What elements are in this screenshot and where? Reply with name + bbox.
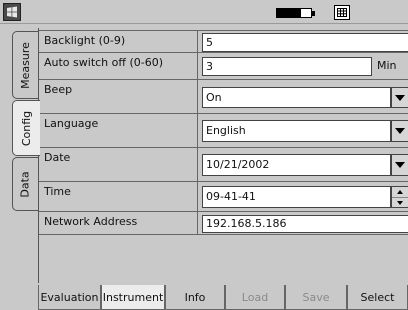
tab-config-label: Config: [20, 110, 34, 146]
row-auto-switch-off: Auto switch off (0-60) 3 Min: [39, 52, 408, 79]
spin-down-icon[interactable]: [392, 197, 408, 207]
spin-up-icon[interactable]: [392, 187, 408, 197]
tab-save-label: Save: [302, 290, 330, 304]
time-spinner[interactable]: [391, 186, 408, 208]
tab-measure-label: Measure: [19, 41, 32, 89]
time-input[interactable]: 09-41-41: [202, 186, 391, 208]
row-language: Language English: [39, 113, 408, 147]
row-date: Date 10/21/2002: [39, 147, 408, 181]
tab-info[interactable]: Info: [165, 285, 225, 310]
row-network-address: Network Address 192.168.5.186: [39, 211, 408, 235]
chevron-down-icon: [395, 94, 405, 101]
tab-instrument[interactable]: Instrument: [101, 285, 165, 310]
tab-config[interactable]: Config: [12, 100, 40, 156]
time-label: Time: [44, 185, 71, 198]
auto-switch-off-input[interactable]: 3: [202, 57, 372, 76]
tab-evaluation-label: Evaluation: [40, 290, 99, 304]
battery-indicator: [276, 8, 315, 18]
date-label: Date: [44, 151, 71, 164]
network-address-label: Network Address: [44, 215, 138, 228]
beep-select[interactable]: On: [202, 87, 391, 108]
network-address-input[interactable]: 192.168.5.186: [202, 215, 408, 233]
tab-data-label: Data: [19, 170, 33, 198]
beep-dropdown-button[interactable]: [391, 87, 408, 108]
beep-label: Beep: [44, 83, 73, 96]
chevron-down-icon: [395, 128, 405, 134]
row-beep: Beep On: [39, 79, 408, 113]
auto-switch-off-unit: Min: [377, 59, 397, 72]
chevron-down-icon: [395, 162, 405, 168]
battery-level-fill: [277, 9, 302, 17]
language-dropdown-button[interactable]: [391, 120, 408, 142]
tab-data[interactable]: Data: [12, 157, 38, 211]
row-backlight: Backlight (0-9) 5: [39, 30, 408, 52]
bottom-tab-bar: Evaluation Instrument Info Load Save Sel…: [38, 285, 408, 310]
date-dropdown-button[interactable]: [391, 154, 408, 176]
tab-save[interactable]: Save: [285, 285, 347, 310]
auto-switch-off-label: Auto switch off (0-60): [44, 56, 164, 69]
tab-select-label: Select: [360, 290, 395, 304]
tab-load[interactable]: Load: [225, 285, 285, 310]
config-panel: Backlight (0-9) 5 Auto switch off (0-60)…: [38, 28, 408, 283]
backlight-input[interactable]: 5: [202, 33, 408, 52]
language-label: Language: [44, 117, 99, 130]
grid-icon[interactable]: [334, 5, 350, 20]
backlight-label: Backlight (0-9): [44, 34, 126, 47]
tab-select[interactable]: Select: [347, 285, 408, 310]
tab-load-label: Load: [241, 290, 269, 304]
row-time: Time 09-41-41: [39, 181, 408, 211]
tab-info-label: Info: [184, 290, 206, 304]
top-bar: [0, 0, 408, 24]
tab-evaluation[interactable]: Evaluation: [38, 285, 101, 310]
windows-start-icon[interactable]: [3, 3, 21, 21]
date-select[interactable]: 10/21/2002: [202, 154, 391, 176]
language-select[interactable]: English: [202, 120, 391, 142]
tab-measure[interactable]: Measure: [12, 31, 38, 99]
tab-instrument-label: Instrument: [102, 290, 164, 304]
